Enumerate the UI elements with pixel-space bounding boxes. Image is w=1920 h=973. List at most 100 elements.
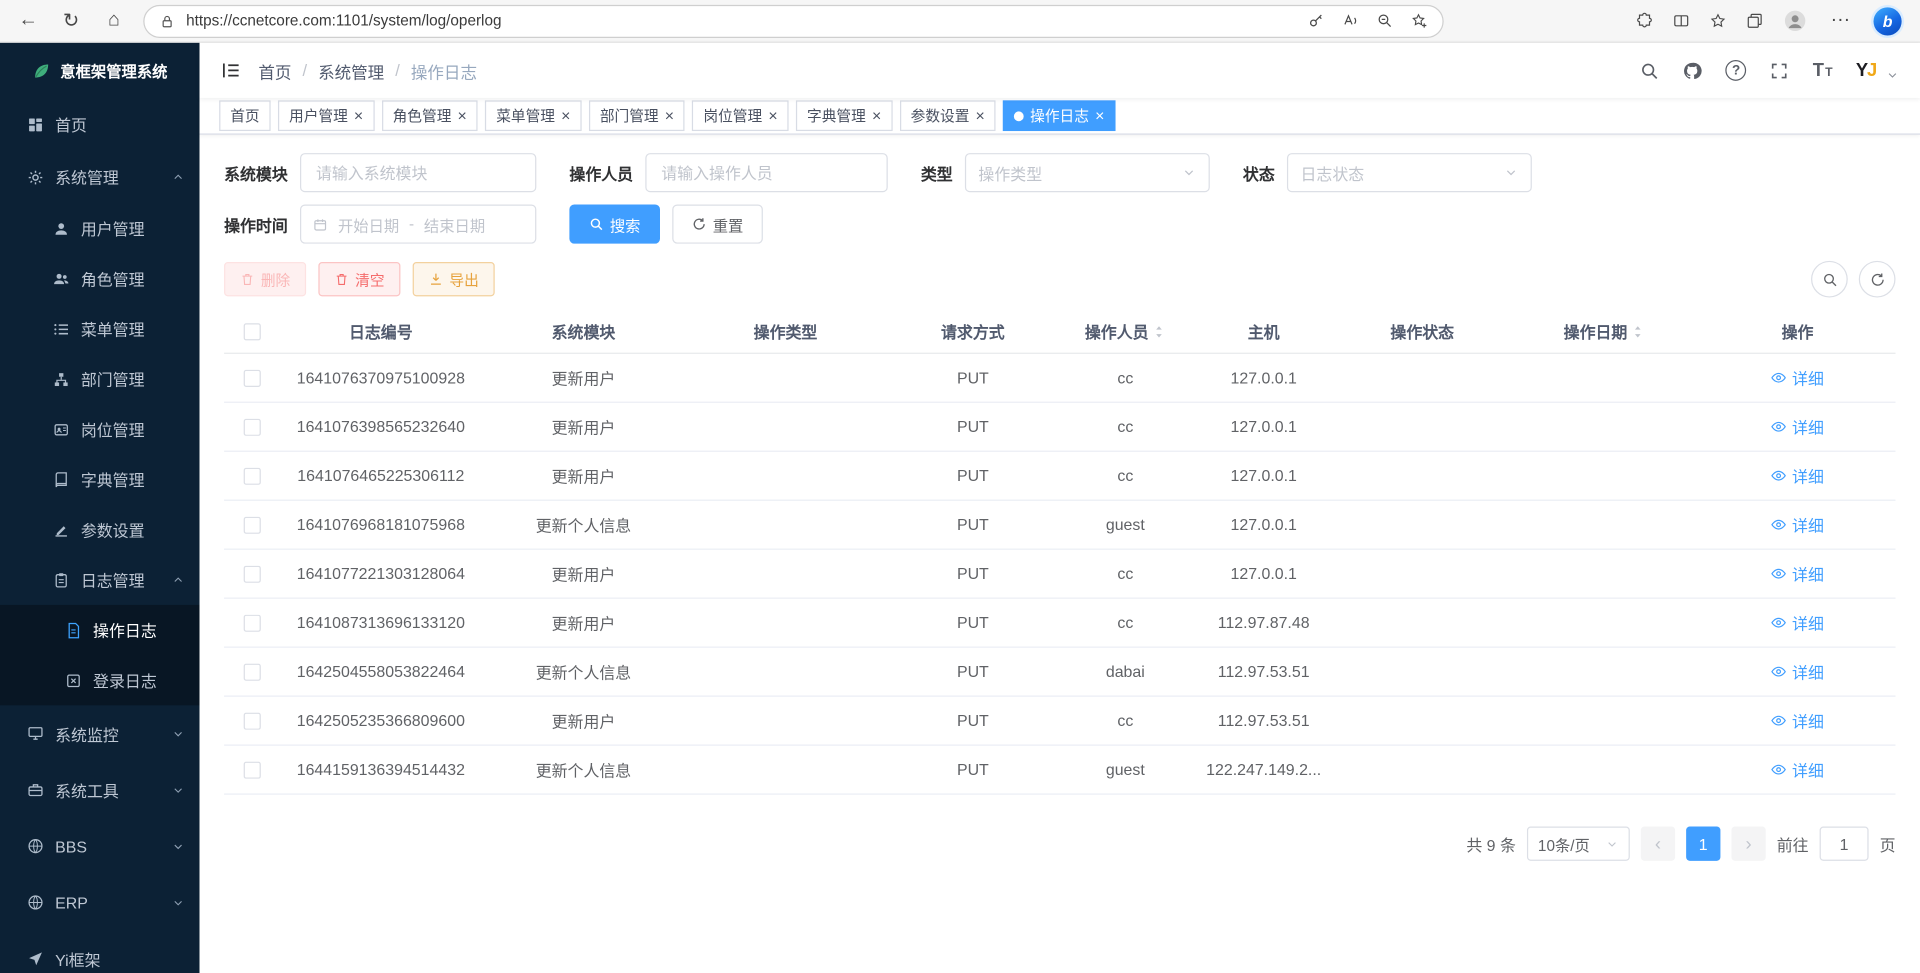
app-logo[interactable]: 意框架管理系统 bbox=[0, 43, 200, 98]
detail-link[interactable]: 详细 bbox=[1771, 660, 1824, 683]
sort-caret-icon[interactable] bbox=[1631, 323, 1644, 340]
extensions-icon[interactable] bbox=[1636, 12, 1653, 29]
url-text[interactable]: https://ccnetcore.com:1101/system/log/op… bbox=[186, 12, 1297, 29]
date-range-picker[interactable]: 开始日期 - 结束日期 bbox=[300, 204, 536, 243]
detail-link[interactable]: 详细 bbox=[1771, 611, 1824, 634]
tab-close-icon[interactable]: × bbox=[665, 108, 674, 124]
sidebar-item-log-mgmt[interactable]: 日志管理 bbox=[0, 555, 200, 605]
sidebar-item-tools[interactable]: 系统工具 bbox=[0, 762, 200, 818]
row-checkbox[interactable] bbox=[243, 761, 260, 778]
tab-user-mgmt[interactable]: 用户管理× bbox=[278, 100, 374, 131]
sidebar-item-bbs[interactable]: BBS bbox=[0, 818, 200, 874]
detail-link[interactable]: 详细 bbox=[1771, 366, 1824, 389]
detail-link[interactable]: 详细 bbox=[1771, 513, 1824, 536]
detail-link[interactable]: 详细 bbox=[1771, 562, 1824, 585]
tab-close-icon[interactable]: × bbox=[1095, 108, 1104, 124]
tab-close-icon[interactable]: × bbox=[354, 108, 363, 124]
sidebar-item-oper-log[interactable]: 操作日志 bbox=[0, 605, 200, 655]
row-checkbox[interactable] bbox=[243, 418, 260, 435]
prev-page-button[interactable]: ‹ bbox=[1641, 827, 1675, 861]
fullscreen-icon[interactable] bbox=[1770, 61, 1790, 81]
row-checkbox[interactable] bbox=[243, 663, 260, 680]
export-button[interactable]: 导出 bbox=[413, 262, 495, 296]
sidebar-item-post-mgmt[interactable]: 岗位管理 bbox=[0, 404, 200, 454]
copilot-bing-icon[interactable]: b bbox=[1873, 7, 1901, 35]
row-checkbox[interactable] bbox=[243, 467, 260, 484]
module-input[interactable] bbox=[300, 153, 536, 192]
row-checkbox[interactable] bbox=[243, 614, 260, 631]
favorites-bar-icon[interactable] bbox=[1709, 12, 1726, 29]
sidebar-item-menu-mgmt[interactable]: 菜单管理 bbox=[0, 304, 200, 354]
zoom-out-icon[interactable] bbox=[1376, 12, 1393, 29]
row-checkbox[interactable] bbox=[243, 369, 260, 386]
favorite-star-icon[interactable] bbox=[1411, 12, 1428, 29]
show-search-toggle-button[interactable] bbox=[1811, 261, 1848, 298]
tab-role-mgmt[interactable]: 角色管理× bbox=[382, 100, 478, 131]
row-checkbox[interactable] bbox=[243, 712, 260, 729]
sidebar-item-login-log[interactable]: 登录日志 bbox=[0, 655, 200, 705]
column-header-date[interactable]: 操作日期 bbox=[1509, 320, 1700, 343]
row-checkbox[interactable] bbox=[243, 516, 260, 533]
column-header-operator[interactable]: 操作人员 bbox=[1059, 320, 1191, 343]
sidebar-item-param-settings[interactable]: 参数设置 bbox=[0, 504, 200, 554]
read-aloud-icon[interactable] bbox=[1342, 12, 1359, 29]
detail-link[interactable]: 详细 bbox=[1771, 758, 1824, 781]
tab-post-mgmt[interactable]: 岗位管理× bbox=[692, 100, 788, 131]
sidebar-item-dict-mgmt[interactable]: 字典管理 bbox=[0, 454, 200, 504]
browser-menu-icon[interactable]: ··· bbox=[1827, 7, 1854, 34]
clear-button[interactable]: 清空 bbox=[318, 262, 400, 296]
help-icon[interactable]: ? bbox=[1726, 60, 1747, 81]
row-checkbox[interactable] bbox=[243, 565, 260, 582]
sidebar-item-yi-framework[interactable]: Yi框架 bbox=[0, 931, 200, 973]
tab-close-icon[interactable]: × bbox=[768, 108, 777, 124]
breadcrumb-system[interactable]: 系统管理 bbox=[318, 58, 384, 82]
tab-dict-mgmt[interactable]: 字典管理× bbox=[796, 100, 892, 131]
tab-dept-mgmt[interactable]: 部门管理× bbox=[589, 100, 685, 131]
sidebar-fold-icon[interactable] bbox=[220, 60, 241, 81]
operator-input[interactable] bbox=[645, 153, 887, 192]
select-all-checkbox[interactable] bbox=[243, 323, 260, 340]
tab-menu-mgmt[interactable]: 菜单管理× bbox=[485, 100, 581, 131]
sidebar-item-user-mgmt[interactable]: 用户管理 bbox=[0, 203, 200, 253]
sidebar-item-home[interactable]: 首页 bbox=[0, 98, 200, 151]
sidebar-item-role-mgmt[interactable]: 角色管理 bbox=[0, 253, 200, 303]
detail-link[interactable]: 详细 bbox=[1771, 464, 1824, 487]
breadcrumb-home[interactable]: 首页 bbox=[258, 58, 291, 82]
next-page-button[interactable]: › bbox=[1731, 827, 1765, 861]
user-dropdown-chevron[interactable] bbox=[1886, 69, 1899, 82]
tab-close-icon[interactable]: × bbox=[872, 108, 881, 124]
browser-back-button[interactable]: ← bbox=[15, 7, 42, 34]
user-avatar-logo[interactable]: YJ bbox=[1856, 60, 1876, 81]
tab-close-icon[interactable]: × bbox=[561, 108, 570, 124]
profile-avatar[interactable] bbox=[1783, 9, 1807, 33]
navbar-search-icon[interactable] bbox=[1640, 61, 1660, 81]
sidebar-item-erp[interactable]: ERP bbox=[0, 874, 200, 930]
address-bar[interactable]: https://ccnetcore.com:1101/system/log/op… bbox=[143, 4, 1443, 37]
browser-refresh-button[interactable]: ↻ bbox=[58, 7, 85, 34]
page-size-select[interactable]: 10条/页 bbox=[1527, 827, 1630, 861]
browser-home-button[interactable]: ⌂ bbox=[100, 7, 127, 34]
reset-button[interactable]: 重置 bbox=[672, 204, 763, 243]
split-screen-icon[interactable] bbox=[1673, 12, 1690, 29]
github-icon[interactable] bbox=[1683, 61, 1703, 81]
collections-icon[interactable] bbox=[1746, 12, 1763, 29]
detail-link[interactable]: 详细 bbox=[1771, 709, 1824, 732]
search-button[interactable]: 搜索 bbox=[569, 204, 660, 243]
sort-caret-icon[interactable] bbox=[1152, 323, 1165, 340]
sidebar-item-dept-mgmt[interactable]: 部门管理 bbox=[0, 354, 200, 404]
type-select[interactable]: 操作类型 bbox=[965, 153, 1210, 192]
delete-button[interactable]: 删除 bbox=[224, 262, 306, 296]
sidebar-item-system-mgmt[interactable]: 系统管理 bbox=[0, 151, 200, 204]
tab-param-settings[interactable]: 参数设置× bbox=[900, 100, 996, 131]
status-select[interactable]: 日志状态 bbox=[1287, 153, 1532, 192]
tab-close-icon[interactable]: × bbox=[976, 108, 985, 124]
sidebar-item-monitor[interactable]: 系统监控 bbox=[0, 705, 200, 761]
font-size-icon[interactable]: TT bbox=[1813, 60, 1833, 81]
password-key-icon[interactable] bbox=[1308, 12, 1325, 29]
detail-link[interactable]: 详细 bbox=[1771, 415, 1824, 438]
tab-oper-log[interactable]: 操作日志× bbox=[1003, 100, 1115, 131]
tab-home[interactable]: 首页 bbox=[219, 100, 270, 131]
tab-close-icon[interactable]: × bbox=[458, 108, 467, 124]
refresh-table-button[interactable] bbox=[1859, 261, 1896, 298]
page-number-button[interactable]: 1 bbox=[1686, 827, 1720, 861]
